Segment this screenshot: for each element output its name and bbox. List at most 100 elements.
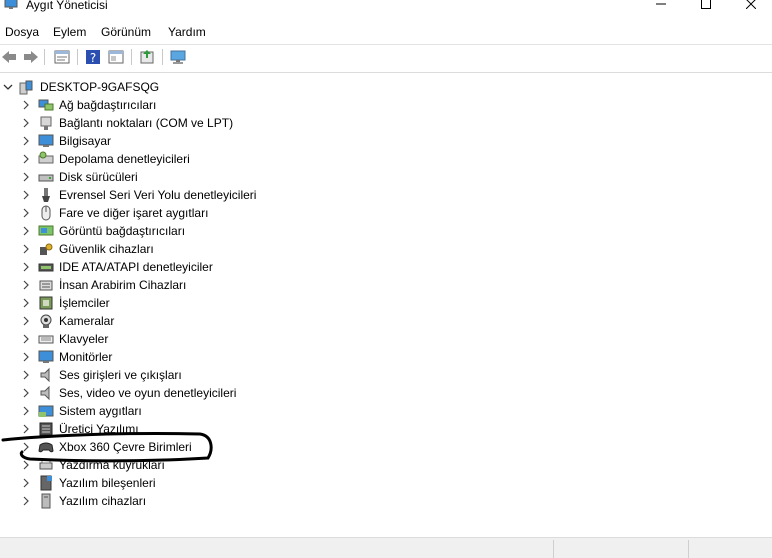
menu-eylem[interactable]: Eylem bbox=[53, 25, 86, 39]
ide-controller-icon bbox=[38, 263, 54, 272]
chevron-right-icon[interactable] bbox=[21, 225, 31, 237]
close-button[interactable] bbox=[728, 0, 772, 14]
tree-item[interactable]: Yazılım bileşenleri bbox=[0, 474, 320, 492]
tree-item[interactable]: Bilgisayar bbox=[0, 132, 320, 150]
tree-item[interactable]: Depolama denetleyicileri bbox=[0, 150, 320, 168]
maximize-button[interactable] bbox=[683, 0, 729, 14]
tree-item[interactable]: Yazdırma kuyrukları bbox=[0, 456, 320, 474]
chevron-right-icon[interactable] bbox=[21, 207, 31, 219]
computer-root-icon bbox=[19, 80, 33, 95]
tree-item-label: Disk sürücüleri bbox=[59, 170, 138, 184]
view-icon[interactable] bbox=[107, 48, 125, 66]
chevron-right-icon[interactable] bbox=[21, 243, 31, 255]
tree-item[interactable]: Sistem aygıtları bbox=[0, 402, 320, 420]
audio-io-icon bbox=[40, 367, 50, 383]
menu-gorunum[interactable]: Görünüm bbox=[101, 25, 151, 39]
tree-item-label: Evrensel Seri Veri Yolu denetleyicileri bbox=[59, 188, 257, 202]
port-icon bbox=[40, 116, 52, 130]
tree-item[interactable]: Fare ve diğer işaret aygıtları bbox=[0, 204, 320, 222]
display-adapter-icon bbox=[38, 225, 54, 236]
chevron-right-icon[interactable] bbox=[21, 423, 31, 435]
tree-item-label: Xbox 360 Çevre Birimleri bbox=[59, 440, 192, 454]
chevron-right-icon[interactable] bbox=[21, 495, 31, 507]
tree-item[interactable]: IDE ATA/ATAPI denetleyiciler bbox=[0, 258, 320, 276]
chevron-right-icon[interactable] bbox=[21, 189, 31, 201]
chevron-right-icon[interactable] bbox=[21, 387, 31, 399]
system-devices-icon bbox=[38, 405, 54, 417]
help-icon[interactable]: ? bbox=[84, 48, 102, 66]
mouse-icon bbox=[41, 205, 51, 221]
tree-item-label: Bağlantı noktaları (COM ve LPT) bbox=[59, 116, 234, 130]
tree-item[interactable]: Kameralar bbox=[0, 312, 320, 330]
tree-item[interactable]: İşlemciler bbox=[0, 294, 320, 312]
toolbar-separator bbox=[162, 49, 163, 65]
tree-item[interactable]: Görüntü bağdaştırıcıları bbox=[0, 222, 320, 240]
scan-hardware-icon[interactable] bbox=[169, 48, 187, 66]
firmware-icon bbox=[39, 422, 53, 436]
camera-icon bbox=[40, 314, 52, 328]
tree-item[interactable]: Ses, video ve oyun denetleyicileri bbox=[0, 384, 320, 402]
status-separator bbox=[553, 540, 554, 558]
minimize-icon bbox=[656, 3, 666, 5]
tree-item-label: Ses, video ve oyun denetleyicileri bbox=[59, 386, 237, 400]
device-manager-app-icon bbox=[4, 0, 18, 9]
tree-item[interactable]: Monitörler bbox=[0, 348, 320, 366]
chevron-right-icon[interactable] bbox=[21, 477, 31, 489]
menu-yardim[interactable]: Yardım bbox=[168, 25, 206, 39]
chevron-right-icon[interactable] bbox=[21, 261, 31, 273]
minimize-button[interactable] bbox=[638, 0, 684, 14]
tree-item-label: Depolama denetleyicileri bbox=[59, 152, 190, 166]
chevron-right-icon[interactable] bbox=[21, 279, 31, 291]
chevron-right-icon[interactable] bbox=[21, 315, 31, 327]
software-device-icon bbox=[41, 493, 51, 509]
tree-item[interactable]: Bağlantı noktaları (COM ve LPT) bbox=[0, 114, 320, 132]
keyboard-icon bbox=[38, 335, 54, 344]
tree-item-label: Yazılım bileşenleri bbox=[59, 476, 156, 490]
tree-root[interactable]: DESKTOP-9GAFSQG bbox=[0, 78, 300, 96]
toolbar-separator bbox=[77, 49, 78, 65]
chevron-right-icon[interactable] bbox=[21, 351, 31, 363]
chevron-right-icon[interactable] bbox=[21, 171, 31, 183]
forward-icon[interactable] bbox=[22, 48, 40, 66]
hid-icon bbox=[39, 280, 53, 291]
chevron-right-icon[interactable] bbox=[21, 459, 31, 471]
chevron-right-icon[interactable] bbox=[21, 297, 31, 309]
chevron-right-icon[interactable] bbox=[21, 99, 31, 111]
menu-dosya[interactable]: Dosya bbox=[5, 25, 39, 39]
security-device-icon bbox=[40, 243, 53, 255]
tree-item[interactable]: Ağ bağdaştırıcıları bbox=[0, 96, 320, 114]
tree-item-label: Üretici Yazılımı bbox=[59, 422, 139, 436]
update-driver-icon[interactable] bbox=[138, 48, 156, 66]
chevron-right-icon[interactable] bbox=[21, 333, 31, 345]
tree-item[interactable]: Üretici Yazılımı bbox=[0, 420, 320, 438]
tree-item[interactable]: Evrensel Seri Veri Yolu denetleyicileri bbox=[0, 186, 320, 204]
tree-item-label: Yazdırma kuyrukları bbox=[59, 458, 165, 472]
tree-item-label: Bilgisayar bbox=[59, 134, 112, 148]
monitor-icon bbox=[38, 350, 54, 363]
properties-icon[interactable] bbox=[53, 48, 71, 66]
title-bar: Aygıt Yöneticisi bbox=[0, 0, 772, 14]
computer-icon bbox=[38, 134, 54, 147]
tree-item-label: Klavyeler bbox=[59, 332, 109, 346]
tree-item-label: Sistem aygıtları bbox=[59, 404, 142, 418]
tree-item-label: Güvenlik cihazları bbox=[59, 242, 154, 256]
chevron-right-icon[interactable] bbox=[21, 405, 31, 417]
menu-bar: Dosya Eylem Görünüm Yardım bbox=[0, 22, 772, 42]
tree-item[interactable]: Xbox 360 Çevre Birimleri bbox=[0, 438, 320, 456]
tree-item[interactable]: Ses girişleri ve çıkışları bbox=[0, 366, 320, 384]
chevron-right-icon[interactable] bbox=[21, 117, 31, 129]
chevron-down-icon[interactable] bbox=[3, 81, 13, 93]
chevron-right-icon[interactable] bbox=[21, 153, 31, 165]
chevron-right-icon[interactable] bbox=[21, 135, 31, 147]
chevron-right-icon[interactable] bbox=[21, 369, 31, 381]
chevron-right-icon[interactable] bbox=[21, 441, 31, 453]
tree-item[interactable]: Disk sürücüleri bbox=[0, 168, 320, 186]
gamepad-icon bbox=[38, 442, 54, 453]
tree-item[interactable]: Klavyeler bbox=[0, 330, 320, 348]
back-icon[interactable] bbox=[0, 48, 18, 66]
tree-item[interactable]: Güvenlik cihazları bbox=[0, 240, 320, 258]
tree-item-label: Yazılım cihazları bbox=[59, 494, 147, 508]
tree-item[interactable]: Yazılım cihazları bbox=[0, 492, 320, 510]
tree-item[interactable]: İnsan Arabirim Cihazları bbox=[0, 276, 320, 294]
tree-item-label: Fare ve diğer işaret aygıtları bbox=[59, 206, 209, 220]
